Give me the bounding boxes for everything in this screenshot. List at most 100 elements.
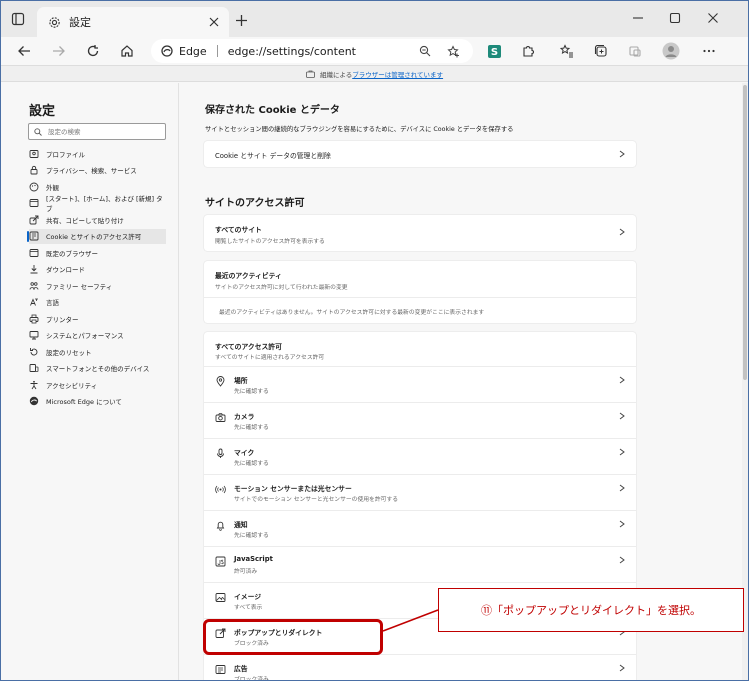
sidebar-item[interactable]: [スタート]、[ホーム]、および [新規] タブ [29, 195, 166, 213]
forward-icon[interactable] [48, 40, 70, 62]
permission-sub: 先に確認する [234, 389, 269, 395]
cookies-description: サイトとセッション間の継続的なブラウジングを容易にするために、デバイスに Coo… [205, 126, 514, 133]
sidebar-item-label: 既定のブラウザー [46, 249, 98, 258]
phone-icon [29, 363, 39, 373]
sidebar-item[interactable]: 言語 [29, 295, 166, 310]
recent-activity-sub: サイトのアクセス許可に対して行われた最新の変更 [215, 285, 348, 291]
sidebar-item-label: 言語 [46, 299, 59, 307]
sidebar-item[interactable]: ダウンロード [29, 262, 166, 277]
sidebar-item-label: プリンター [46, 315, 79, 324]
profile-avatar[interactable] [660, 40, 682, 62]
permission-title: カメラ [234, 413, 255, 421]
sidebar-item[interactable]: スマートフォンとその他のデバイス [29, 361, 166, 376]
sidebar-item-label: アクセシビリティ [46, 381, 98, 390]
managed-link[interactable]: ブラウザーは管理されています [352, 69, 443, 79]
sidebar-item[interactable]: 外観 [29, 179, 166, 194]
all-sites-title: すべてのサイト [215, 226, 262, 234]
sidebar-item[interactable]: Cookie とサイトのアクセス許可 [27, 228, 166, 244]
chevron-right-icon [618, 228, 626, 236]
chevron-right-icon [618, 376, 626, 384]
permission-row[interactable]: モーション センサーまたは光センサー サイトでのモーション センサーと光センサーの… [204, 475, 636, 510]
location-icon [215, 376, 226, 387]
permission-row[interactable]: カメラ 先に確認する [204, 403, 636, 438]
sidebar-item[interactable]: アクセシビリティ [29, 377, 166, 392]
collections-icon[interactable] [590, 40, 612, 62]
close-window-icon[interactable] [702, 9, 724, 27]
search-icon [34, 127, 42, 136]
back-icon[interactable] [13, 40, 35, 62]
permission-row[interactable]: JavaScript 許可済み [204, 547, 636, 582]
sidebar-item[interactable]: 共有、コピーして貼り付け [29, 212, 166, 227]
add-favorite-icon[interactable] [446, 44, 460, 58]
minimize-icon[interactable] [627, 9, 649, 27]
all-sites-card[interactable]: すべてのサイト 閲覧したサイトのアクセス許可を表示する [204, 215, 636, 251]
screenshot-icon[interactable] [624, 40, 646, 62]
cookies-heading: 保存された Cookie とデータ [205, 105, 340, 116]
all-sites-row[interactable]: すべてのサイト 閲覧したサイトのアクセス許可を表示する [204, 215, 636, 251]
all-permissions-sub: すべてのサイトに適用されるアクセス許可 [215, 355, 325, 361]
sidebar-item[interactable]: プリンター [29, 311, 166, 326]
managed-by-org-bar: 組織による ブラウザーは管理されています [1, 65, 748, 82]
extensions-puzzle-icon[interactable] [517, 40, 539, 62]
sidebar-item-label: Microsoft Edge について [46, 398, 122, 406]
address-url[interactable]: edge://settings/content [228, 45, 356, 58]
chevron-right-icon [618, 520, 626, 528]
cookies-card[interactable]: Cookie とサイト データの管理と削除 [204, 141, 636, 167]
sidebar-item-label: ファミリー セーフティ [46, 282, 113, 291]
sidebar-item[interactable]: システムとパフォーマンス [29, 328, 166, 343]
more-menu-icon[interactable] [698, 40, 720, 62]
start-home-icon [29, 198, 39, 208]
permission-row[interactable]: 広告 ブロック済み [204, 655, 636, 680]
javascript-icon [215, 556, 226, 567]
extension-s-icon[interactable]: S [483, 40, 505, 62]
sidebar-item-label: プライバシー、検索、サービス [46, 167, 137, 175]
sidebar-item[interactable]: プライバシー、検索、サービス [29, 163, 166, 178]
permission-sub: 先に確認する [234, 461, 269, 467]
sidebar-item[interactable]: プロファイル [29, 146, 166, 161]
permission-title: モーション センサーまたは光センサー [234, 485, 352, 493]
all-permissions-title: すべてのアクセス許可 [215, 343, 282, 351]
close-tab-icon[interactable] [207, 15, 221, 29]
address-bar[interactable]: Edge edge://settings/content [151, 39, 473, 63]
refresh-icon[interactable] [82, 40, 104, 62]
chevron-right-icon [618, 484, 626, 492]
home-icon[interactable] [116, 40, 138, 62]
bell-icon [215, 520, 226, 531]
edge-icon [29, 396, 39, 406]
manage-cookies-row[interactable]: Cookie とサイト データの管理と削除 [204, 141, 636, 167]
search-input[interactable] [48, 127, 158, 136]
permission-sub: 先に確認する [234, 425, 269, 431]
download-icon [29, 264, 39, 274]
tab-settings[interactable]: 設定 [37, 7, 229, 37]
tab-strip: 設定 [1, 1, 748, 37]
svg-text:S: S [490, 47, 497, 58]
browser-toolbar: Edge edge://settings/content S [1, 37, 748, 65]
permission-row[interactable]: 通知 先に確認する [204, 511, 636, 546]
sidebar-item[interactable]: 既定のブラウザー [29, 245, 166, 260]
reset-icon [29, 347, 39, 357]
recent-activity-empty: 最近のアクティビティはありません。サイトのアクセス許可に対する最新の変更がここに… [219, 310, 485, 316]
settings-search[interactable] [28, 123, 166, 140]
sidebar-item-label: プロファイル [46, 150, 85, 159]
favorites-icon[interactable] [556, 40, 578, 62]
share-icon [29, 215, 39, 225]
zoom-icon[interactable] [418, 44, 432, 58]
sidebar-item[interactable]: Microsoft Edge について [29, 394, 166, 409]
permission-row[interactable]: マイク 先に確認する [204, 439, 636, 474]
sidebar-item-label: Cookie とサイトのアクセス許可 [46, 233, 142, 241]
permission-row[interactable]: 場所 先に確認する [204, 367, 636, 402]
permission-title: 広告 [234, 665, 248, 673]
sidebar-item[interactable]: ファミリー セーフティ [29, 278, 166, 293]
tab-actions-icon[interactable] [9, 10, 27, 28]
maximize-icon[interactable] [664, 9, 686, 27]
camera-icon [215, 412, 226, 423]
all-permissions-header: すべてのアクセス許可 すべてのサイトに適用されるアクセス許可 [204, 332, 636, 366]
accessibility-icon [29, 380, 39, 390]
permission-title: イメージ [234, 593, 262, 601]
scrollbar-thumb[interactable] [743, 85, 747, 380]
sidebar-item[interactable]: 設定のリセット [29, 344, 166, 359]
recent-activity-header: 最近のアクティビティ サイトのアクセス許可に対して行われた最新の変更 [204, 261, 636, 297]
new-tab-icon[interactable] [233, 12, 249, 28]
gear-icon [47, 15, 61, 29]
permission-title: 通知 [234, 521, 248, 529]
